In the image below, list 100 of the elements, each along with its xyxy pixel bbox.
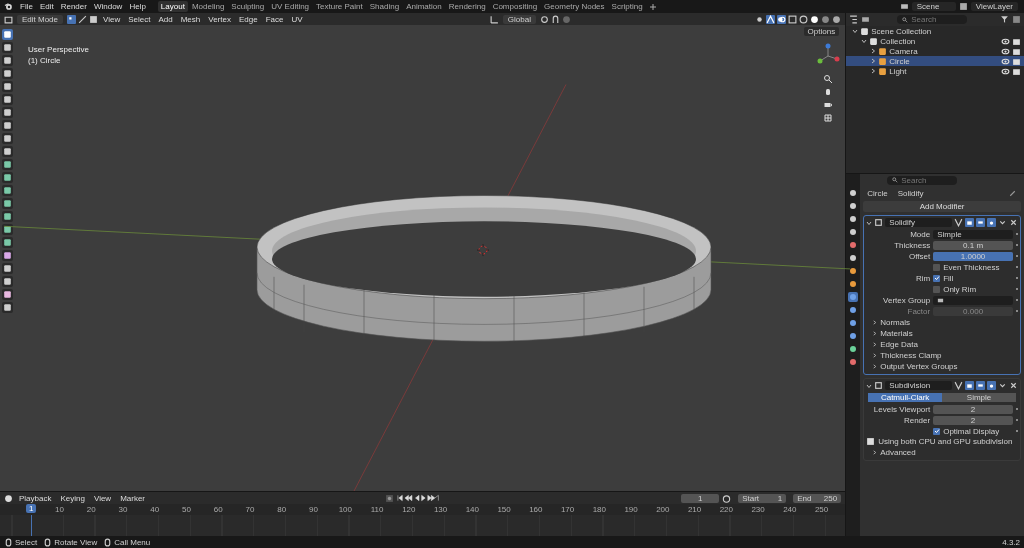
tool-icon[interactable] [2, 42, 13, 53]
tool-icon[interactable] [2, 68, 13, 79]
menu-item[interactable]: View [90, 493, 115, 503]
solid-shading-icon[interactable] [810, 14, 820, 24]
eye-icon[interactable] [1001, 66, 1010, 76]
tool-icon[interactable] [2, 146, 13, 157]
subpanel-header[interactable]: Materials [866, 328, 1018, 338]
properties-tab-icon[interactable] [848, 292, 859, 302]
menu-item[interactable]: Select [125, 14, 154, 24]
wireframe-shading-icon[interactable] [799, 14, 809, 24]
properties-tab-icon[interactable] [848, 279, 859, 289]
tool-icon[interactable] [2, 159, 13, 170]
subpanel-header[interactable]: Output Vertex Groups [866, 361, 1018, 371]
end-frame-field[interactable]: End 250 [793, 493, 842, 503]
menu-item[interactable]: Keying [57, 493, 88, 503]
properties-tab-icon[interactable] [848, 227, 859, 237]
viewport-toggle-icon[interactable] [976, 218, 985, 227]
add-workspace-icon[interactable] [649, 3, 656, 10]
editor-type-icon[interactable] [4, 14, 13, 24]
properties-tab-icon[interactable] [848, 240, 859, 250]
subpanel-header[interactable]: Normals [866, 317, 1018, 327]
close-icon[interactable] [1009, 381, 1018, 390]
eye-icon[interactable] [1001, 56, 1010, 66]
tool-icon[interactable] [2, 211, 13, 222]
tool-icon[interactable] [2, 263, 13, 274]
editor-type-icon[interactable] [849, 15, 859, 24]
menu-item[interactable]: File [17, 2, 36, 11]
mode-dropdown[interactable]: Simple [933, 229, 1013, 239]
subpanel-header[interactable]: Edge Data [866, 339, 1018, 349]
blender-logo-icon[interactable] [4, 2, 13, 11]
tool-icon[interactable] [2, 198, 13, 209]
number-field[interactable]: 2 [933, 404, 1013, 414]
current-frame-field[interactable]: 1 [681, 493, 720, 503]
scene-field[interactable]: Scene [911, 2, 956, 11]
properties-tab-icon[interactable] [848, 266, 859, 276]
subdivision-type-tab[interactable]: Catmull-Clark [868, 393, 943, 402]
visibility-icon[interactable] [755, 14, 765, 24]
tool-icon[interactable] [2, 94, 13, 105]
checkbox[interactable] [933, 285, 941, 293]
modifier-name-field[interactable]: Solidify [885, 218, 952, 227]
edit-mode-toggle-icon[interactable] [954, 381, 963, 390]
edge-select-icon[interactable] [78, 14, 88, 24]
menu-item[interactable]: Help [126, 2, 149, 11]
tool-icon[interactable] [2, 289, 13, 300]
workspace-tab[interactable]: UV Editing [268, 1, 313, 12]
properties-tab-icon[interactable] [848, 214, 859, 224]
render-toggle-icon[interactable] [987, 381, 996, 390]
tool-icon[interactable] [2, 107, 13, 118]
xray-icon[interactable] [788, 14, 798, 24]
properties-tab-icon[interactable] [848, 201, 859, 211]
outliner-row[interactable]: Camera [846, 46, 1024, 56]
display-mode-icon[interactable] [861, 15, 871, 24]
workspace-tab[interactable]: Modeling [188, 1, 228, 12]
search-field[interactable]: Search [897, 15, 968, 24]
playback-controls-icon[interactable] [396, 494, 441, 502]
properties-tab-icon[interactable] [848, 253, 859, 263]
add-modifier-button[interactable]: Add Modifier [863, 201, 1021, 212]
properties-tab-icon[interactable] [848, 305, 859, 315]
outliner-row[interactable]: Collection [846, 36, 1024, 46]
outliner-row[interactable]: Circle [846, 56, 1024, 66]
properties-tab-icon[interactable] [848, 331, 859, 341]
menu-item[interactable]: View [100, 14, 124, 24]
outliner-row[interactable]: Scene Collection [846, 26, 1024, 36]
close-icon[interactable] [1009, 218, 1018, 227]
cage-toggle-icon[interactable] [965, 218, 974, 227]
tool-icon[interactable] [2, 276, 13, 287]
workspace-tab[interactable]: Shading [366, 1, 403, 12]
outliner-row[interactable]: Light [846, 66, 1024, 76]
tool-icon[interactable] [2, 250, 13, 261]
layers-icon[interactable] [958, 2, 968, 11]
overlay-icon[interactable] [777, 14, 787, 24]
tool-icon[interactable] [2, 133, 13, 144]
workspace-tab[interactable]: Sculpting [228, 1, 268, 12]
scene-icon[interactable] [899, 2, 909, 11]
menu-item[interactable]: Edge [235, 14, 261, 24]
checkbox[interactable] [933, 427, 941, 435]
render-toggle-icon[interactable] [987, 218, 996, 227]
properties-tab-icon[interactable] [848, 188, 859, 198]
tool-icon[interactable] [2, 55, 13, 66]
orientation-dropdown[interactable]: Global [502, 14, 536, 24]
properties-tab-icon[interactable] [848, 318, 859, 328]
menu-item[interactable]: Add [155, 14, 176, 24]
checkbox[interactable] [933, 263, 941, 271]
tool-icon[interactable] [2, 302, 13, 313]
tool-icon[interactable] [2, 120, 13, 131]
gizmo-icon[interactable] [766, 14, 776, 24]
start-frame-field[interactable]: Start 1 [738, 493, 787, 503]
tool-icon[interactable] [2, 185, 13, 196]
vertex-group-field[interactable] [933, 295, 1013, 305]
tool-icon[interactable] [2, 224, 13, 235]
checkbox[interactable] [933, 274, 941, 282]
options-dropdown[interactable]: Options [803, 27, 840, 36]
menu-item[interactable]: Vertex [205, 14, 234, 24]
material-shading-icon[interactable] [821, 14, 831, 24]
subdivision-type-tab[interactable]: Simple [942, 393, 1016, 402]
properties-tab-icon[interactable] [848, 344, 859, 354]
tool-icon[interactable] [2, 237, 13, 248]
tool-icon[interactable] [2, 172, 13, 183]
clock-icon[interactable] [4, 493, 13, 503]
properties-tab-icon[interactable] [848, 357, 859, 367]
